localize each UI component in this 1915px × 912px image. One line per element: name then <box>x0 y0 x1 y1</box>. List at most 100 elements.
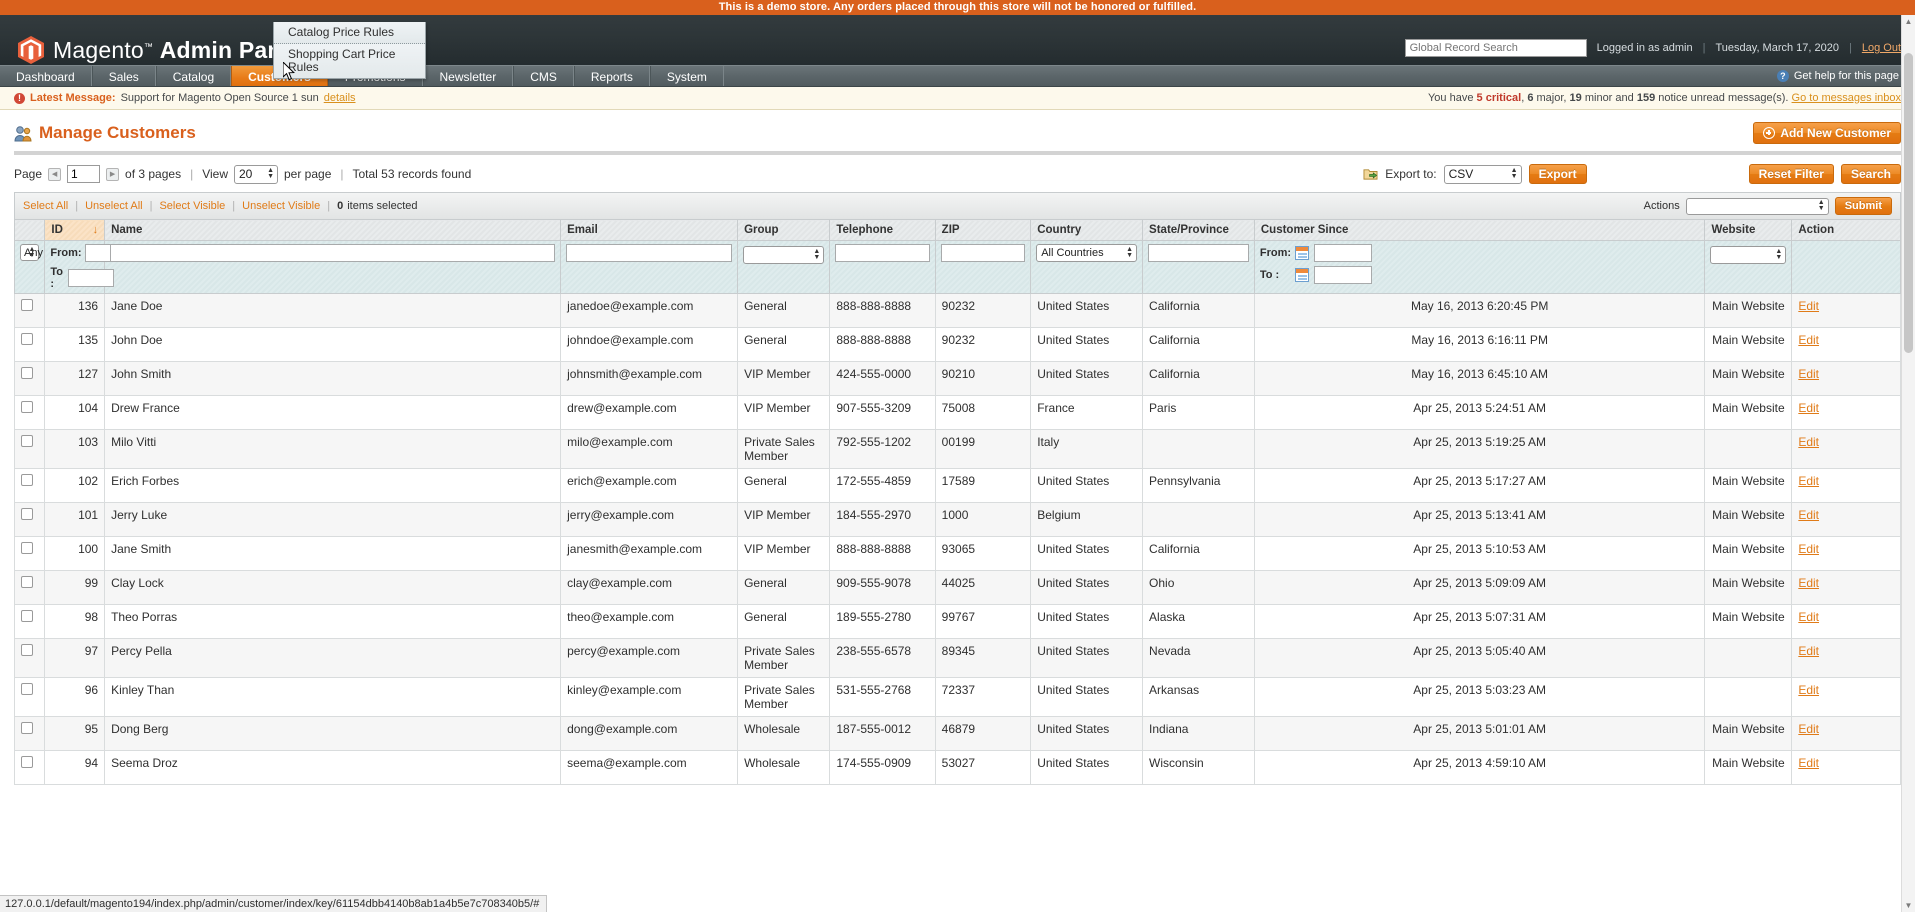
column-header-zip[interactable]: ZIP <box>934 219 1032 241</box>
export-format-select[interactable]: CSV ▲ ▼ <box>1443 164 1522 184</box>
column-header-customer-since[interactable]: Customer Since <box>1253 219 1706 241</box>
since-to-input[interactable] <box>1313 266 1372 284</box>
table-row[interactable]: 102 Erich Forbes erich@example.com General 1… <box>13 468 1901 503</box>
cell-action[interactable]: Edit <box>1791 638 1901 678</box>
table-row[interactable]: 99 Clay Lock clay@example.com General 909-55… <box>13 570 1901 605</box>
nav-item-newsletter[interactable]: Newsletter <box>422 66 514 86</box>
since-from-input[interactable] <box>1313 244 1372 262</box>
edit-link[interactable]: Edit <box>1798 508 1819 522</box>
actions-select[interactable]: ▲ ▼ <box>1685 197 1829 215</box>
unselect-visible-link[interactable]: Unselect Visible <box>242 200 320 212</box>
email-filter-input[interactable] <box>566 244 733 262</box>
row-checkbox[interactable] <box>21 610 33 622</box>
table-row[interactable]: 95 Dong Berg dong@example.com Wholesale 187-… <box>13 716 1901 751</box>
name-filter-input[interactable] <box>110 244 556 262</box>
row-checkbox[interactable] <box>21 722 33 734</box>
table-row[interactable]: 135 John Doe johndoe@example.com General 888… <box>13 327 1901 362</box>
select-all-link[interactable]: Select All <box>23 200 68 212</box>
nav-item-sales[interactable]: Sales <box>91 66 156 86</box>
cell-action[interactable]: Edit <box>1791 716 1901 751</box>
row-checkbox-cell[interactable] <box>13 604 46 639</box>
telephone-filter-input[interactable] <box>835 244 930 262</box>
edit-link[interactable]: Edit <box>1798 299 1819 313</box>
id-to-input[interactable] <box>68 269 115 287</box>
menu-item-catalog-price-rules[interactable]: Catalog Price Rules <box>274 22 425 43</box>
edit-link[interactable]: Edit <box>1798 401 1819 415</box>
column-header-email[interactable]: Email <box>560 219 739 241</box>
row-checkbox[interactable] <box>21 474 33 486</box>
global-search-input[interactable] <box>1404 39 1587 57</box>
help-area[interactable]: ? Get help for this page <box>1776 66 1915 86</box>
zip-filter-input[interactable] <box>940 244 1026 262</box>
website-filter-select[interactable]: ▲ ▼ <box>1710 246 1787 264</box>
scroll-up-icon[interactable]: ▲ <box>1902 17 1915 26</box>
select-visible-link[interactable]: Select Visible <box>159 200 225 212</box>
row-checkbox[interactable] <box>21 576 33 588</box>
edit-link[interactable]: Edit <box>1798 756 1819 770</box>
table-row[interactable]: 136 Jane Doe janedoe@example.com General 888… <box>13 293 1901 328</box>
table-row[interactable]: 97 Percy Pella percy@example.com Private Sa… <box>13 638 1901 678</box>
edit-link[interactable]: Edit <box>1798 474 1819 488</box>
cell-action[interactable]: Edit <box>1791 604 1901 639</box>
column-header-name[interactable]: Name <box>104 219 562 241</box>
edit-link[interactable]: Edit <box>1798 683 1819 697</box>
page-number-input[interactable] <box>67 165 101 183</box>
cell-action[interactable]: Edit <box>1791 429 1901 469</box>
column-header-group[interactable]: Group <box>737 219 831 241</box>
edit-link[interactable]: Edit <box>1798 542 1819 556</box>
table-row[interactable]: 104 Drew France drew@example.com VIP Member… <box>13 395 1901 430</box>
calendar-icon[interactable] <box>1294 246 1309 260</box>
state-filter-input[interactable] <box>1148 244 1249 262</box>
submit-button[interactable]: Submit <box>1834 197 1892 215</box>
reset-filter-button[interactable]: Reset Filter <box>1748 164 1834 184</box>
row-checkbox-cell[interactable] <box>13 327 46 362</box>
nav-item-dashboard[interactable]: Dashboard <box>0 66 92 86</box>
row-checkbox-cell[interactable] <box>13 750 46 785</box>
cell-action[interactable]: Edit <box>1791 293 1901 328</box>
edit-link[interactable]: Edit <box>1798 435 1819 449</box>
checkbox-filter-select[interactable]: Any ▲ ▼ <box>20 244 43 261</box>
table-row[interactable]: 94 Seema Droz seema@example.com Wholesale 17… <box>13 750 1901 785</box>
cell-action[interactable]: Edit <box>1791 468 1901 503</box>
table-row[interactable]: 101 Jerry Luke jerry@example.com VIP Member… <box>13 502 1901 537</box>
cell-action[interactable]: Edit <box>1791 750 1901 785</box>
menu-item-shopping-cart-price-rules[interactable]: Shopping Cart Price Rules <box>274 43 425 78</box>
row-checkbox-cell[interactable] <box>13 395 46 430</box>
cell-action[interactable]: Edit <box>1791 677 1901 717</box>
row-checkbox-cell[interactable] <box>13 429 46 469</box>
column-header-country[interactable]: Country <box>1030 219 1144 241</box>
table-row[interactable]: 98 Theo Porras theo@example.com General 189-… <box>13 604 1901 639</box>
cell-action[interactable]: Edit <box>1791 536 1901 571</box>
page-scrollbar[interactable]: ▲ ▼ <box>1901 15 1915 912</box>
previous-page-button[interactable]: ◀ <box>48 167 62 181</box>
edit-link[interactable]: Edit <box>1798 610 1819 624</box>
column-header-state[interactable]: State/Province <box>1142 219 1255 241</box>
row-checkbox-cell[interactable] <box>13 293 46 328</box>
row-checkbox[interactable] <box>21 435 33 447</box>
row-checkbox[interactable] <box>21 644 33 656</box>
edit-link[interactable]: Edit <box>1798 367 1819 381</box>
row-checkbox-cell[interactable] <box>13 536 46 571</box>
row-checkbox[interactable] <box>21 401 33 413</box>
edit-link[interactable]: Edit <box>1798 644 1819 658</box>
cell-action[interactable]: Edit <box>1791 502 1901 537</box>
calendar-icon[interactable] <box>1294 268 1309 282</box>
logout-link[interactable]: Log Out <box>1862 42 1901 54</box>
column-header-telephone[interactable]: Telephone <box>829 219 936 241</box>
table-row[interactable]: 96 Kinley Than kinley@example.com Private S… <box>13 677 1901 717</box>
row-checkbox-cell[interactable] <box>13 638 46 678</box>
cell-action[interactable]: Edit <box>1791 570 1901 605</box>
row-checkbox-cell[interactable] <box>13 502 46 537</box>
add-new-customer-button[interactable]: Add New Customer <box>1753 122 1901 144</box>
table-row[interactable]: 103 Milo Vitti milo@example.com Private Sal… <box>13 429 1901 469</box>
magento-logo[interactable]: Magento™ Admin Panel <box>18 36 301 64</box>
country-filter-select[interactable]: All Countries ▲ ▼ <box>1036 244 1138 262</box>
edit-link[interactable]: Edit <box>1798 333 1819 347</box>
row-checkbox-cell[interactable] <box>13 468 46 503</box>
row-checkbox[interactable] <box>21 367 33 379</box>
message-details-link[interactable]: details <box>324 92 356 104</box>
column-header-id[interactable]: ID ↓ <box>44 219 106 241</box>
table-row[interactable]: 100 Jane Smith janesmith@example.com VIP Me… <box>13 536 1901 571</box>
search-button[interactable]: Search <box>1840 164 1901 184</box>
edit-link[interactable]: Edit <box>1798 576 1819 590</box>
